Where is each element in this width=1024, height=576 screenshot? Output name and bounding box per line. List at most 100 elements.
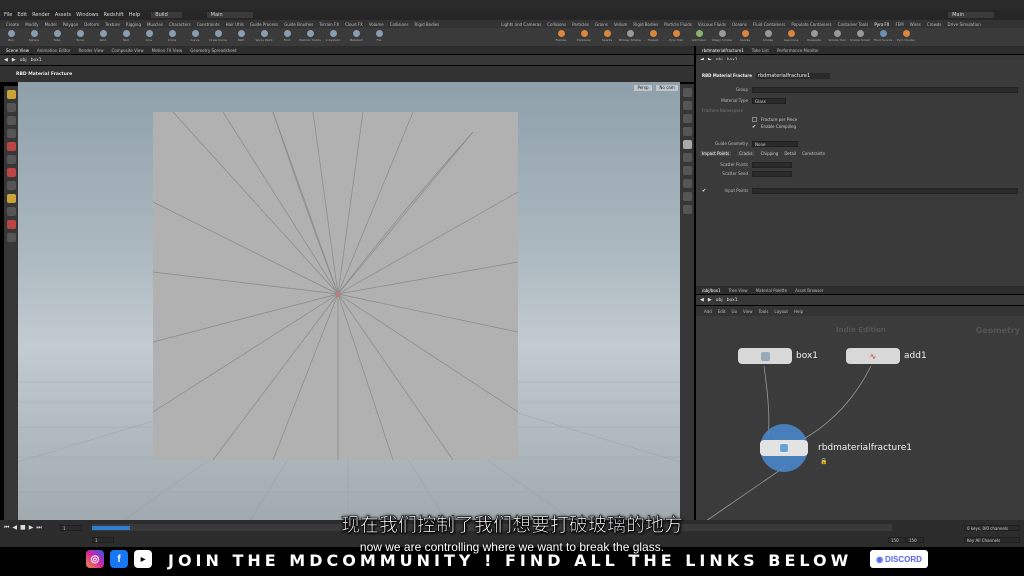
background-icon[interactable] xyxy=(682,192,692,201)
render-tool-icon[interactable] xyxy=(6,220,16,229)
tool-candle[interactable]: Candle xyxy=(738,30,752,42)
shelf-tab[interactable]: Deform xyxy=(84,22,99,27)
move-tool-icon[interactable] xyxy=(6,103,16,112)
tab-tree-view[interactable]: Tree View xyxy=(729,288,748,293)
tab-geometry-spreadsheet[interactable]: Geometry Spreadsheet xyxy=(190,48,236,53)
tool-pyro-trail[interactable]: Pyro Trail xyxy=(669,30,683,42)
path-obj[interactable]: obj xyxy=(20,58,27,63)
menu-render[interactable]: Render xyxy=(32,12,50,18)
menu-file[interactable]: File xyxy=(4,12,12,18)
tab-performance-monitor[interactable]: Performance Monitor xyxy=(777,48,819,53)
material-type-dropdown[interactable]: Glass xyxy=(752,97,786,104)
tool-platonic[interactable]: Platonic Solids xyxy=(299,30,321,42)
shelf-tab[interactable]: Hair Utils xyxy=(226,22,244,27)
shelf-tab[interactable]: Model xyxy=(45,22,57,27)
tool-file[interactable]: File xyxy=(372,30,386,42)
enable-compiling-checkbox[interactable]: ✔ xyxy=(752,124,757,130)
wireframe-icon[interactable] xyxy=(682,127,692,136)
tab-animation-editor[interactable]: Animation Editor xyxy=(37,48,71,53)
path-node[interactable]: box1 xyxy=(31,58,42,63)
shelf-tab[interactable]: Terrain FX xyxy=(319,22,339,27)
node-rbdmaterialfracture1[interactable] xyxy=(760,440,808,456)
shelf-tab[interactable]: Fluid Containers xyxy=(753,22,786,27)
shelf-tab[interactable]: Polygon xyxy=(63,22,79,27)
shelf-tab[interactable]: Crowds xyxy=(927,22,942,27)
menu-edit[interactable]: Edit xyxy=(17,12,27,18)
tab-take-list[interactable]: Take List xyxy=(752,48,769,53)
select-tool-icon[interactable] xyxy=(6,90,16,99)
grid-display-icon[interactable] xyxy=(682,205,692,214)
tool-tube[interactable]: Tube xyxy=(50,30,64,42)
shelf-tab[interactable]: Guide Process xyxy=(250,22,278,27)
menu-assets[interactable]: Assets xyxy=(55,12,71,18)
tool-fireball[interactable]: Fireball xyxy=(646,30,660,42)
tab-parameters[interactable]: rbdmaterialfracture1 xyxy=(702,48,744,53)
network-editor[interactable]: Indie Edition Geometry box1 ∿ add1 rbdma… xyxy=(696,316,1024,524)
camera-menu[interactable]: No cam xyxy=(656,85,678,91)
tool-path[interactable]: Path xyxy=(234,30,248,42)
persp-menu[interactable]: Persp xyxy=(634,85,652,91)
tool-sphere[interactable]: Sphere xyxy=(27,30,41,42)
shelf-tab[interactable]: Create xyxy=(6,22,19,27)
brush-tool-icon[interactable] xyxy=(6,168,16,177)
menu-layout[interactable]: Layout xyxy=(774,309,788,314)
shelf-tab[interactable]: Collisions xyxy=(547,22,566,27)
tab-asset-browser[interactable]: Asset Browser xyxy=(795,288,823,293)
shelf-tab[interactable]: Grains xyxy=(595,22,608,27)
tool-grid[interactable]: Grid xyxy=(96,30,110,42)
tool-spray-paint[interactable]: Spray Paint xyxy=(255,30,273,42)
shaded-icon[interactable] xyxy=(682,140,692,149)
tab-cracks[interactable]: Cracks xyxy=(737,151,755,156)
scatter-seed-field[interactable] xyxy=(752,170,792,177)
tool-circle[interactable]: Circle xyxy=(165,30,179,42)
ghost-icon[interactable] xyxy=(682,114,692,123)
rotate-tool-icon[interactable] xyxy=(6,116,16,125)
tool-billowy-smoke[interactable]: Billowy Smoke xyxy=(619,30,641,42)
tab-chipping[interactable]: Chipping xyxy=(761,151,779,156)
tab-render-view[interactable]: Render View xyxy=(78,48,103,53)
node-name-field[interactable]: rbdmaterialfracture1 xyxy=(755,72,831,79)
back-arrow-icon[interactable]: ◀ xyxy=(4,57,8,63)
tool-gas-cone[interactable]: Gas Cone xyxy=(784,30,798,42)
tab-material-palette[interactable]: Material Palette xyxy=(756,288,787,293)
tab-motion-fx-view[interactable]: Motion FX View xyxy=(152,48,183,53)
menu-tools[interactable]: Tools xyxy=(759,309,769,314)
shelf-tab[interactable]: Constraints xyxy=(197,22,220,27)
menu-redshift[interactable]: Redshift xyxy=(103,12,123,18)
path-obj[interactable]: obj xyxy=(716,298,723,303)
node-box1[interactable] xyxy=(738,348,792,364)
scene-viewport[interactable]: Persp No cam xyxy=(18,82,680,524)
input-points-checkbox[interactable]: ✔ xyxy=(702,188,706,194)
shelf-tab[interactable]: Guide Brushes xyxy=(284,22,313,27)
shelf-tab[interactable]: Drive Simulation xyxy=(948,22,981,27)
tool-curve[interactable]: Curve xyxy=(188,30,202,42)
normals-icon[interactable] xyxy=(682,166,692,175)
tool-null[interactable]: Null xyxy=(119,30,133,42)
tab-composite-view[interactable]: Composite View xyxy=(112,48,144,53)
tool-smoke-trail[interactable]: Smoke Trail xyxy=(828,30,846,42)
menu-windows[interactable]: Windows xyxy=(76,12,98,18)
glass-panel[interactable] xyxy=(153,112,518,460)
tab-impact-points[interactable]: Impact Points xyxy=(700,151,732,156)
shelf-tab[interactable]: Collisions xyxy=(390,22,409,27)
shelf-tab[interactable]: Volume xyxy=(369,22,384,27)
forward-arrow-icon[interactable]: ▶ xyxy=(708,297,712,303)
menu-help[interactable]: Help xyxy=(794,309,803,314)
shelf-tab-pyro-fx[interactable]: Pyro FX xyxy=(874,22,889,27)
tab-constraints[interactable]: Constraints xyxy=(802,151,825,156)
build-desktop-dropdown[interactable]: Build xyxy=(151,12,182,18)
shelf-tab[interactable]: Particles xyxy=(572,22,589,27)
tool-dissipate[interactable]: Dissipate xyxy=(807,30,821,42)
shelf-tab[interactable]: Rigid Bodies xyxy=(633,22,658,27)
menu-go[interactable]: Go xyxy=(732,309,738,314)
shelf-tab[interactable]: Particle Fluids xyxy=(664,22,692,27)
tool-flames[interactable]: Flames xyxy=(554,30,568,42)
tool-sparks[interactable]: Sparks xyxy=(600,30,614,42)
shelf-tab[interactable]: Container Tools xyxy=(838,22,869,27)
shelf-tab[interactable]: Characters xyxy=(169,22,191,27)
tool-explosion[interactable]: Explosion xyxy=(577,30,591,42)
right-desktop-dropdown[interactable]: Main xyxy=(948,12,994,18)
snap-tool-icon[interactable] xyxy=(6,194,16,203)
camera-tool-icon[interactable] xyxy=(6,233,16,242)
scale-tool-icon[interactable] xyxy=(6,129,16,138)
